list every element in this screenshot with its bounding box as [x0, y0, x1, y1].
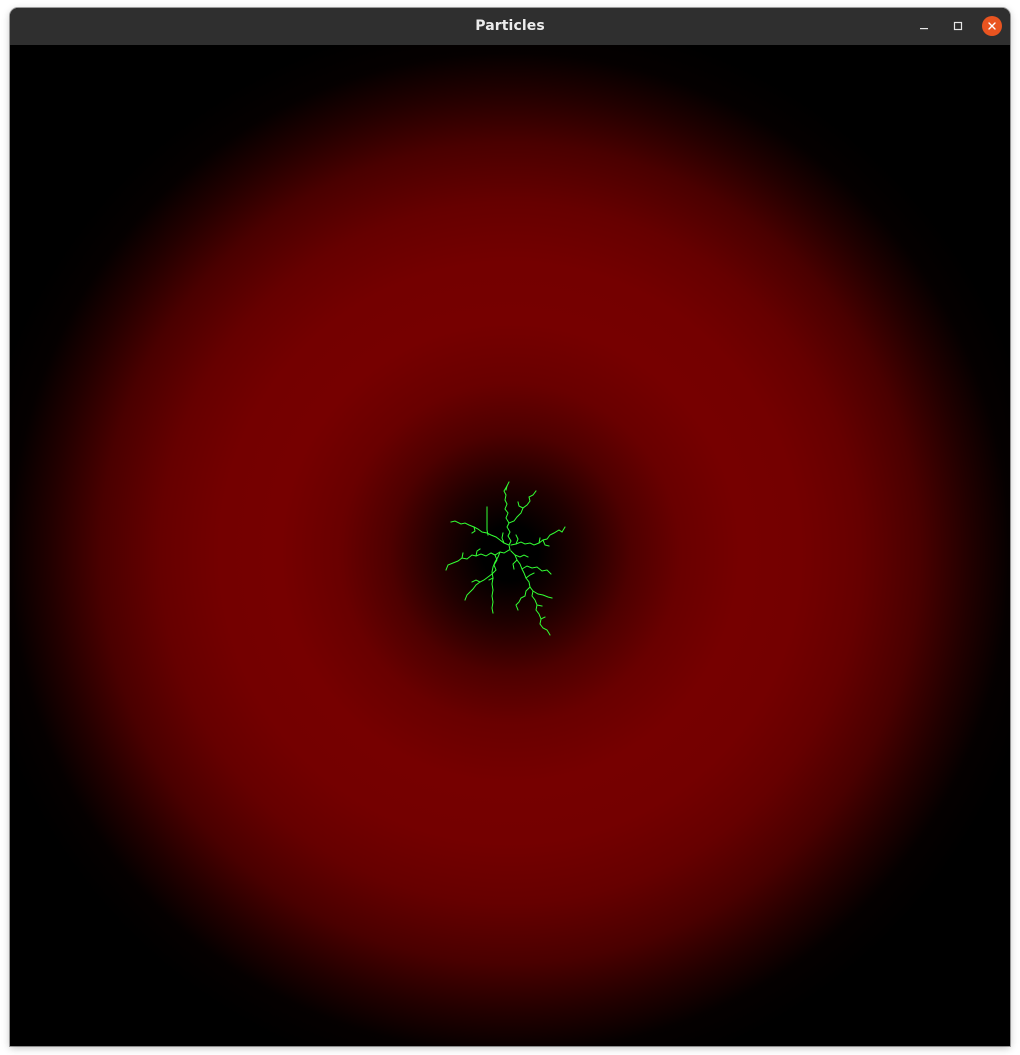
app-window: Particles	[10, 8, 1010, 1046]
minimize-icon	[920, 28, 928, 30]
cluster-branch	[512, 559, 518, 570]
cluster-branch	[525, 572, 535, 579]
cluster-branch	[532, 590, 553, 599]
cluster-branch	[471, 526, 476, 534]
close-button[interactable]	[982, 16, 1002, 36]
cluster-branch	[450, 520, 510, 546]
cluster-branch	[542, 539, 550, 547]
cluster-branch	[510, 550, 551, 636]
cluster-branch	[536, 604, 543, 607]
dla-cluster	[445, 481, 566, 636]
cluster-branch	[515, 534, 519, 545]
cluster-branch	[491, 551, 501, 614]
cluster-branch	[461, 552, 464, 559]
cluster-branch	[540, 616, 546, 620]
cluster-branch	[521, 565, 552, 575]
title-bar[interactable]: Particles	[10, 8, 1010, 45]
cluster-branch	[510, 526, 566, 546]
cluster-branch	[471, 579, 481, 583]
cluster-branch	[517, 501, 524, 509]
window-title: Particles	[475, 18, 545, 34]
simulation-canvas[interactable]	[10, 45, 1010, 1046]
cluster-branch	[508, 490, 537, 524]
cluster-branch	[514, 554, 529, 558]
cluster-branch	[486, 506, 489, 536]
close-icon	[988, 22, 996, 30]
cluster-branch	[515, 586, 531, 611]
maximize-icon	[953, 21, 963, 31]
minimize-button[interactable]	[914, 16, 934, 36]
maximize-button[interactable]	[948, 16, 968, 36]
cluster-branch	[503, 481, 512, 551]
